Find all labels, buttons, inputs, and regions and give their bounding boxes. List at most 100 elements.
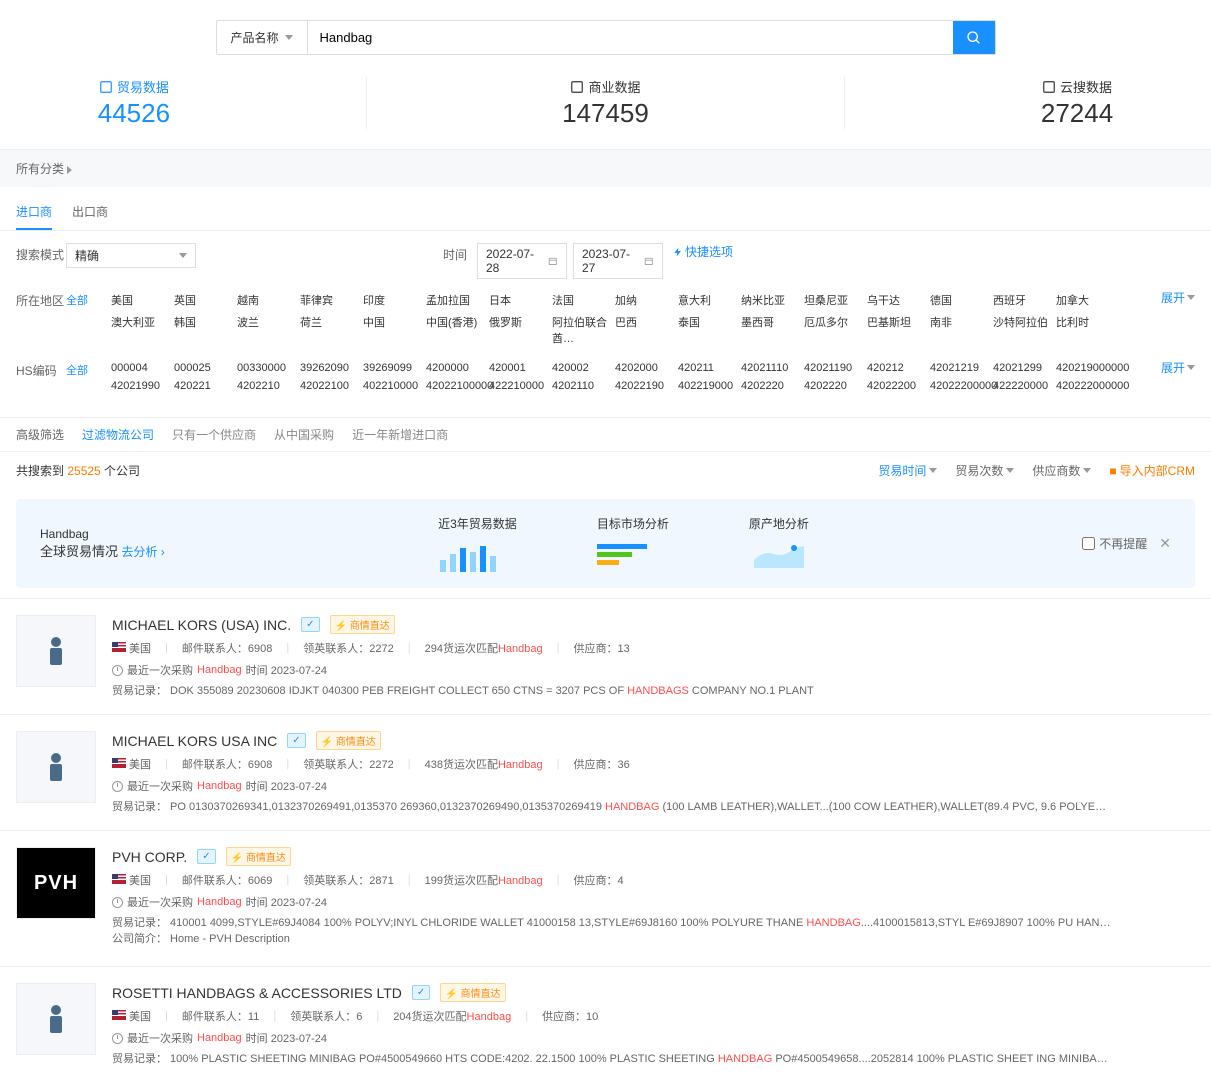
company-logo[interactable]: PVH [16, 847, 96, 919]
region-item[interactable]: 日本 [489, 289, 552, 311]
tab-进口商[interactable]: 进口商 [16, 197, 52, 230]
search-input[interactable] [308, 21, 953, 54]
date-from-input[interactable]: 2022-07-28 [477, 243, 567, 279]
hscode-item[interactable]: 420221 [174, 377, 237, 395]
hscode-item[interactable]: 4200000 [426, 359, 489, 377]
region-item[interactable]: 乌干达 [867, 289, 930, 311]
region-item[interactable]: 巴基斯坦 [867, 311, 930, 349]
reach-badge[interactable]: ⚡ 商情直达 [440, 983, 505, 1002]
analysis-link[interactable]: 去分析 › [121, 545, 164, 559]
search-button[interactable] [953, 21, 995, 54]
hscode-item[interactable]: 420212 [867, 359, 930, 377]
region-item[interactable]: 泰国 [678, 311, 741, 349]
region-item[interactable]: 阿拉伯联合酋… [552, 311, 615, 349]
hscode-item[interactable]: 4202210 [237, 377, 300, 395]
region-item[interactable]: 中国 [363, 311, 426, 349]
company-name[interactable]: MICHAEL KORS USA INC [112, 733, 277, 749]
region-item[interactable]: 意大利 [678, 289, 741, 311]
region-item[interactable]: 法国 [552, 289, 615, 311]
hscode-expand[interactable]: 展开 [1161, 359, 1195, 376]
hscode-item[interactable]: 4202220 [804, 377, 867, 395]
reach-badge[interactable]: ⚡ 商情直达 [226, 847, 291, 866]
sort-option[interactable]: 贸易时间 [878, 462, 937, 479]
hscode-item[interactable]: 42021299 [993, 359, 1056, 377]
hscode-item[interactable]: 42022200000 [930, 377, 993, 395]
search-mode-select[interactable]: 精确 [66, 243, 196, 268]
hscode-item[interactable]: 420222000000 [1056, 377, 1119, 395]
hscode-item[interactable]: 4202110 [552, 377, 615, 395]
hscode-item[interactable]: 422220000 [993, 377, 1056, 395]
hscode-item[interactable]: 402210000 [363, 377, 426, 395]
quick-date-link[interactable]: 快捷选项 [673, 243, 733, 260]
region-item[interactable]: 波兰 [237, 311, 300, 349]
hscode-item[interactable]: 42021190 [804, 359, 867, 377]
adv-filter-item[interactable]: 过滤物流公司 [82, 426, 154, 443]
adv-filter-item[interactable]: 近一年新增进口商 [352, 426, 448, 443]
region-item[interactable]: 英国 [174, 289, 237, 311]
stat-cloud[interactable]: 云搜数据27244 [1041, 77, 1113, 129]
hscode-item[interactable]: 000025 [174, 359, 237, 377]
hscode-item[interactable]: 39262090 [300, 359, 363, 377]
region-item[interactable]: 美国 [111, 289, 174, 311]
region-item[interactable]: 沙特阿拉伯 [993, 311, 1056, 349]
region-item[interactable]: 南非 [930, 311, 993, 349]
region-item[interactable]: 菲律宾 [300, 289, 363, 311]
region-item[interactable]: 德国 [930, 289, 993, 311]
hscode-item[interactable]: 42022200 [867, 377, 930, 395]
stat-biz[interactable]: 商业数据147459 [562, 77, 649, 129]
region-item[interactable]: 加拿大 [1056, 289, 1119, 311]
sort-option[interactable]: 贸易次数 [955, 462, 1014, 479]
region-item[interactable]: 韩国 [174, 311, 237, 349]
reach-badge[interactable]: ⚡ 商情直达 [316, 731, 381, 750]
region-item[interactable]: 澳大利亚 [111, 311, 174, 349]
region-item[interactable]: 厄瓜多尔 [804, 311, 867, 349]
region-item[interactable]: 荷兰 [300, 311, 363, 349]
tab-出口商[interactable]: 出口商 [72, 197, 108, 230]
stat-trade[interactable]: 贸易数据44526 [98, 77, 170, 129]
breadcrumb[interactable]: 所有分类 [0, 150, 1211, 187]
region-item[interactable]: 坦桑尼亚 [804, 289, 867, 311]
hscode-item[interactable]: 42022100 [300, 377, 363, 395]
region-item[interactable]: 越南 [237, 289, 300, 311]
hscode-all[interactable]: 全部 [66, 359, 111, 381]
region-all[interactable]: 全部 [66, 289, 111, 311]
company-name[interactable]: PVH CORP. [112, 849, 187, 865]
date-to-input[interactable]: 2023-07-27 [573, 243, 663, 279]
hscode-item[interactable]: 42021219 [930, 359, 993, 377]
company-logo[interactable] [16, 983, 96, 1055]
search-type-dropdown[interactable]: 产品名称 [217, 21, 308, 54]
hscode-item[interactable]: 4202220 [741, 377, 804, 395]
export-button[interactable]: ■ 导入内部CRM [1109, 462, 1195, 479]
hscode-item[interactable]: 420002 [552, 359, 615, 377]
hscode-item[interactable]: 420211 [678, 359, 741, 377]
company-logo[interactable] [16, 731, 96, 803]
region-item[interactable]: 印度 [363, 289, 426, 311]
region-item[interactable]: 比利时 [1056, 311, 1119, 349]
region-item[interactable]: 俄罗斯 [489, 311, 552, 349]
hscode-item[interactable]: 000004 [111, 359, 174, 377]
region-item[interactable]: 纳米比亚 [741, 289, 804, 311]
region-item[interactable]: 加纳 [615, 289, 678, 311]
hscode-item[interactable]: 4202000 [615, 359, 678, 377]
no-remind-checkbox[interactable] [1082, 537, 1095, 550]
region-expand[interactable]: 展开 [1161, 289, 1195, 306]
hscode-item[interactable]: 42022190 [615, 377, 678, 395]
region-item[interactable]: 孟加拉国 [426, 289, 489, 311]
company-name[interactable]: ROSETTI HANDBAGS & ACCESSORIES LTD [112, 985, 402, 1001]
hscode-item[interactable]: 422210000 [489, 377, 552, 395]
hscode-item[interactable]: 42021990 [111, 377, 174, 395]
hscode-item[interactable]: 420001 [489, 359, 552, 377]
hscode-item[interactable]: 420219000000 [1056, 359, 1119, 377]
region-item[interactable]: 墨西哥 [741, 311, 804, 349]
sort-option[interactable]: 供应商数 [1032, 462, 1091, 479]
hscode-item[interactable]: 402219000 [678, 377, 741, 395]
region-item[interactable]: 巴西 [615, 311, 678, 349]
hscode-item[interactable]: 42022100000 [426, 377, 489, 395]
hscode-item[interactable]: 39269099 [363, 359, 426, 377]
reach-badge[interactable]: ⚡ 商情直达 [330, 615, 395, 634]
analysis-chart[interactable]: 原产地分析 [749, 515, 809, 572]
company-logo[interactable] [16, 615, 96, 687]
adv-filter-item[interactable]: 从中国采购 [274, 426, 334, 443]
hscode-item[interactable]: 42021110 [741, 359, 804, 377]
company-name[interactable]: MICHAEL KORS (USA) INC. [112, 617, 291, 633]
